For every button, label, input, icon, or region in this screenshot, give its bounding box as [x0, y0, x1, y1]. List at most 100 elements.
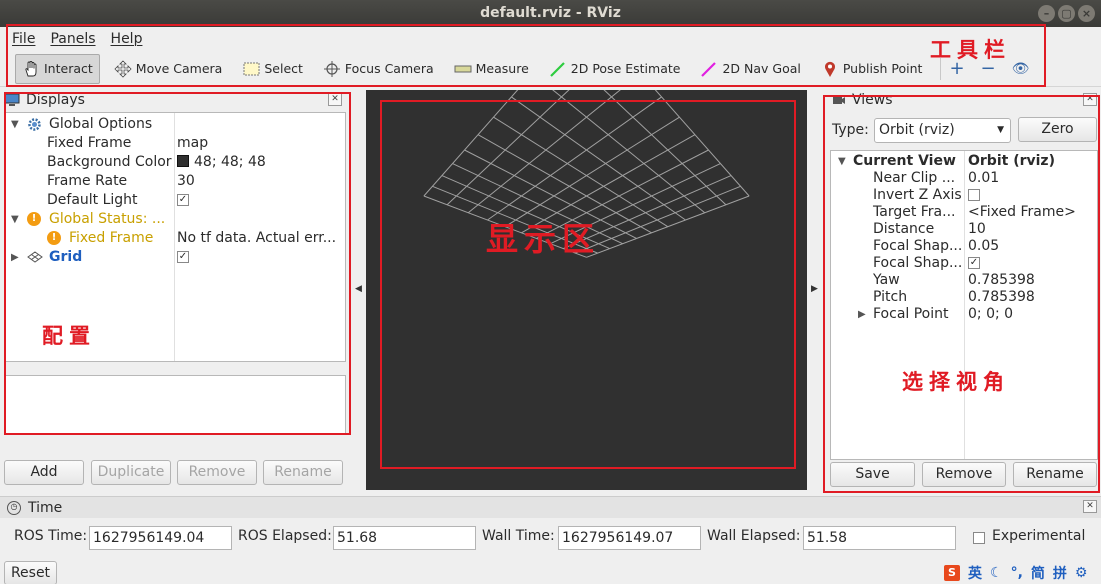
view-row-focal-shape-size[interactable]: Focal Shap... 0.05	[831, 238, 1097, 255]
view-row-yaw[interactable]: Yaw 0.785398	[831, 272, 1097, 289]
ime-settings-icon[interactable]: ⚙	[1075, 565, 1088, 581]
select-box-icon	[243, 62, 260, 75]
view-row-distance[interactable]: Distance 10	[831, 221, 1097, 238]
row-value[interactable]: 30	[177, 172, 343, 191]
row-value[interactable]	[968, 187, 980, 204]
collapse-right-arrow-icon[interactable]: ▶	[811, 284, 818, 294]
tool-label: 2D Pose Estimate	[570, 61, 681, 76]
remove-view-button[interactable]: Remove	[922, 462, 1006, 487]
row-value[interactable]: <Fixed Frame>	[968, 204, 1076, 221]
render-viewport[interactable]	[366, 11, 807, 490]
row-label: Yaw	[873, 272, 900, 288]
tool-measure[interactable]: Measure	[448, 54, 535, 84]
collapse-arrow-icon[interactable]: ▶	[11, 248, 19, 267]
tool-2d-pose-estimate[interactable]: 2D Pose Estimate	[543, 54, 687, 84]
close-displays-icon[interactable]: ✕	[328, 93, 342, 106]
grid-enabled-checkbox[interactable]: ✓	[177, 251, 189, 263]
view-row-pitch[interactable]: Pitch 0.785398	[831, 289, 1097, 306]
menu-panels[interactable]: Panels	[50, 31, 95, 47]
collapse-left-arrow-icon[interactable]: ◀	[355, 284, 362, 294]
rename-view-button[interactable]: Rename	[1013, 462, 1097, 487]
row-value[interactable]: 10	[968, 221, 986, 238]
ime-simplified[interactable]: 简	[1031, 563, 1045, 583]
ros-elapsed-field[interactable]: 51.68	[333, 526, 476, 550]
ime-english-toggle[interactable]: 英	[968, 563, 982, 583]
default-light-checkbox[interactable]: ✓	[177, 194, 189, 206]
remove-tool-icon[interactable]: −	[981, 59, 996, 78]
tool-move-camera[interactable]: Move Camera	[108, 54, 229, 84]
expand-arrow-icon[interactable]: ▼	[11, 210, 19, 229]
green-arrow-icon	[549, 61, 565, 77]
ime-punctuation[interactable]: °,	[1011, 565, 1023, 581]
views-header: Views ✕	[826, 90, 1101, 110]
tool-interact[interactable]: Interact	[15, 53, 100, 84]
row-value[interactable]: 0; 0; 0	[968, 306, 1013, 323]
minimize-button[interactable]: –	[1038, 5, 1055, 22]
remove-display-button[interactable]: Remove	[177, 460, 257, 485]
tool-publish-point[interactable]: Publish Point	[815, 54, 929, 84]
expand-arrow-icon[interactable]: ▼	[11, 115, 19, 134]
view-row-current-view[interactable]: ▼ Current View Orbit (rviz)	[831, 153, 1097, 170]
maximize-button[interactable]: ▢	[1058, 5, 1075, 22]
row-value[interactable]: 0.785398	[968, 289, 1035, 306]
view-row-near-clip[interactable]: Near Clip ... 0.01	[831, 170, 1097, 187]
row-value[interactable]: ✓	[177, 191, 343, 210]
menu-help[interactable]: Help	[111, 31, 143, 47]
close-views-icon[interactable]: ✕	[1083, 93, 1097, 106]
tree-row-global-options[interactable]: ▼ Global Options	[5, 115, 345, 134]
views-tree[interactable]: ▼ Current View Orbit (rviz) Near Clip ..…	[830, 150, 1098, 460]
row-value[interactable]: 48; 48; 48	[177, 153, 343, 172]
tree-row-frame-rate[interactable]: Frame Rate 30	[5, 172, 345, 191]
tree-row-fixed-frame[interactable]: Fixed Frame map	[5, 134, 345, 153]
add-display-button[interactable]: Add	[4, 460, 84, 485]
tool-select[interactable]: Select	[236, 54, 309, 84]
displays-tree[interactable]: ▼ Global Options Fixed Frame map Backgro…	[4, 112, 346, 362]
view-row-focal-point[interactable]: ▶ Focal Point 0; 0; 0	[831, 306, 1097, 323]
wall-elapsed-field[interactable]: 51.58	[803, 526, 956, 550]
tree-row-grid[interactable]: ▶ Grid ✓	[5, 248, 345, 267]
ros-elapsed-label: ROS Elapsed:	[238, 528, 332, 544]
expand-arrow-icon[interactable]: ▼	[838, 153, 846, 170]
experimental-checkbox[interactable]	[973, 532, 985, 544]
row-value[interactable]: ✓	[968, 255, 980, 272]
tree-row-default-light[interactable]: Default Light ✓	[5, 191, 345, 210]
wall-time-field[interactable]: 1627956149.07	[558, 526, 701, 550]
view-row-target-frame[interactable]: Target Fra... <Fixed Frame>	[831, 204, 1097, 221]
warning-icon: !	[27, 212, 41, 226]
menu-file[interactable]: File	[12, 31, 35, 47]
zero-button[interactable]: Zero	[1018, 117, 1097, 142]
view-row-invert-z[interactable]: Invert Z Axis	[831, 187, 1097, 204]
tool-2d-nav-goal[interactable]: 2D Nav Goal	[694, 54, 806, 84]
tree-row-global-status[interactable]: ▼ ! Global Status: ...	[5, 210, 345, 229]
tool-bar: Interact Move Camera Select Focus Camera…	[0, 51, 1101, 87]
ime-pinyin[interactable]: 拼	[1053, 563, 1067, 583]
duplicate-display-button[interactable]: Duplicate	[91, 460, 171, 485]
sogou-s-icon[interactable]: S	[944, 565, 960, 581]
close-time-icon[interactable]: ✕	[1083, 500, 1097, 513]
tree-row-fixed-frame-status[interactable]: ! Fixed Frame No tf data. Actual err...	[5, 229, 345, 248]
save-view-button[interactable]: Save	[830, 462, 915, 487]
row-label: Current View	[853, 153, 956, 169]
row-value[interactable]: ✓	[177, 248, 343, 267]
row-value[interactable]: map	[177, 134, 343, 153]
view-row-focal-shape-fixed[interactable]: Focal Shap... ✓	[831, 255, 1097, 272]
row-value[interactable]: 0.05	[968, 238, 999, 255]
tool-focus-camera[interactable]: Focus Camera	[317, 54, 440, 84]
invert-z-checkbox[interactable]	[968, 189, 980, 201]
moon-icon[interactable]: ☾	[990, 565, 1003, 581]
row-value[interactable]: 0.785398	[968, 272, 1035, 289]
focal-shape-checkbox[interactable]: ✓	[968, 257, 980, 269]
tool-label: Publish Point	[842, 61, 923, 76]
row-label: Global Status: ...	[49, 211, 166, 227]
view-type-select[interactable]: Orbit (rviz) ▼	[874, 118, 1011, 143]
eye-icon[interactable]: 👁	[1012, 60, 1030, 78]
tree-row-background-color[interactable]: Background Color 48; 48; 48	[5, 153, 345, 172]
close-window-button[interactable]: ×	[1078, 5, 1095, 22]
ros-time-field[interactable]: 1627956149.04	[89, 526, 232, 550]
focus-crosshair-icon	[323, 60, 340, 77]
reset-button[interactable]: Reset	[4, 561, 57, 584]
rename-display-button[interactable]: Rename	[263, 460, 343, 485]
add-tool-icon[interactable]: +	[949, 59, 964, 78]
collapse-arrow-icon[interactable]: ▶	[858, 306, 866, 323]
row-value[interactable]: 0.01	[968, 170, 999, 187]
